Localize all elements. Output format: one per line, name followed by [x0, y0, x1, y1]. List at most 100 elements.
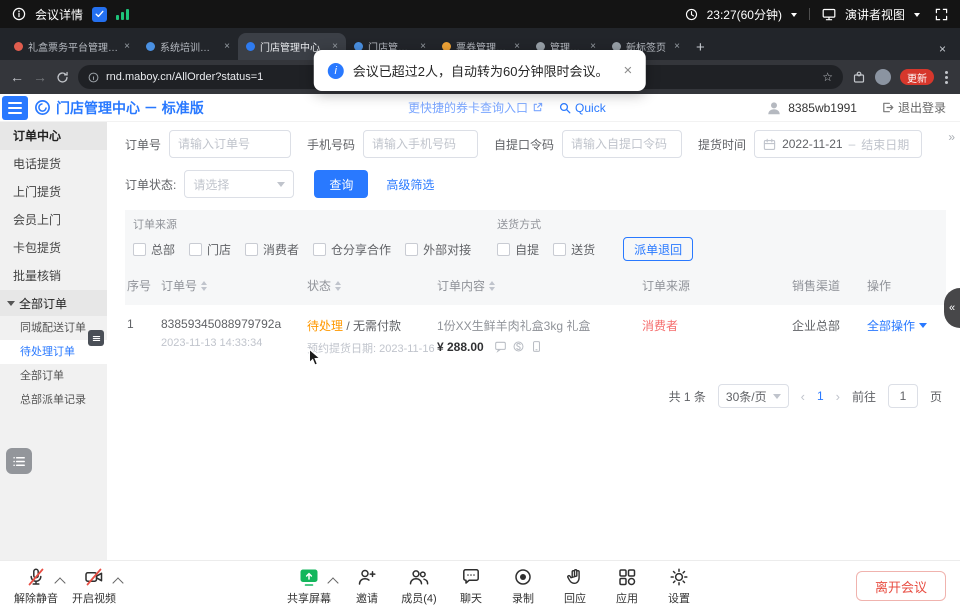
current-page[interactable]: 1 — [817, 389, 824, 403]
sidebar-item-hq-dispatch-records[interactable]: 总部派单记录 — [0, 388, 107, 412]
date-end-placeholder: 结束日期 — [861, 136, 909, 153]
sidebar-group-all-orders[interactable]: 全部订单 — [0, 290, 107, 316]
browser-update-button[interactable]: 更新 — [900, 69, 934, 85]
fullscreen-icon[interactable] — [935, 8, 948, 21]
col-order-no[interactable]: 订单号 — [161, 277, 307, 294]
search-button[interactable]: 查询 — [314, 170, 368, 198]
share-screen-button[interactable]: 共享屏幕 — [283, 567, 335, 606]
bookmark-star-icon[interactable]: ☆ — [822, 70, 833, 84]
apps-button[interactable]: 应用 — [601, 567, 653, 606]
prev-page-button[interactable]: ‹ — [801, 389, 805, 404]
view-caret-icon[interactable] — [914, 13, 920, 20]
menu-burger-icon[interactable] — [2, 96, 28, 120]
checkbox-icon — [189, 243, 202, 256]
tab-close-icon[interactable]: × — [224, 41, 230, 52]
phone-input[interactable] — [363, 130, 478, 158]
meeting-timer[interactable]: 23:27(60分钟) — [707, 6, 782, 23]
extensions-puzzle-icon[interactable] — [852, 70, 866, 84]
view-mode-icon — [822, 8, 836, 21]
device-icon[interactable] — [530, 340, 543, 353]
new-tab-button[interactable]: + — [696, 39, 705, 60]
sidebar-item-card-pickup[interactable]: 卡包提货 — [0, 234, 107, 262]
browser-tab[interactable]: 礼盒票务平台管理中心× — [6, 33, 138, 60]
source-checkbox-warehouse-coop[interactable]: 仓分享合作 — [313, 241, 391, 258]
sidebar-item-member-visit[interactable]: 会员上门 — [0, 206, 107, 234]
cell-channel: 企业总部 — [792, 317, 867, 334]
reactions-button[interactable]: 回应 — [549, 567, 601, 606]
meeting-details-button[interactable]: 会议详情 — [35, 6, 83, 23]
toast-close-icon[interactable]: × — [623, 62, 632, 79]
forward-icon[interactable]: → — [33, 70, 47, 84]
site-info-icon[interactable] — [88, 72, 99, 83]
back-icon[interactable]: ← — [10, 70, 24, 84]
sidebar-item-phone-pickup[interactable]: 电话提货 — [0, 150, 107, 178]
record-button[interactable]: 录制 — [497, 567, 549, 606]
invite-button[interactable]: 邀请 — [341, 567, 393, 606]
collapse-filters-icon[interactable]: » — [948, 130, 954, 144]
dispatch-return-button[interactable]: 派单退回 — [623, 237, 693, 261]
checkbox-icon — [133, 243, 146, 256]
coupon-query-link[interactable]: 更快捷的券卡查询入口 — [408, 99, 543, 116]
calendar-icon — [763, 138, 776, 151]
delivery-checkbox-delivery[interactable]: 送货 — [553, 241, 595, 258]
view-mode-button[interactable]: 演讲者视图 — [845, 6, 905, 23]
browser-menu-icon[interactable] — [943, 71, 950, 84]
col-status[interactable]: 状态 — [307, 277, 437, 294]
all-actions-dropdown[interactable]: 全部操作 — [867, 317, 946, 334]
chat-button[interactable]: 聊天 — [445, 567, 497, 606]
col-source: 订单来源 — [642, 277, 792, 294]
start-video-button[interactable]: 开启视频 — [68, 567, 120, 606]
settings-button[interactable]: 设置 — [653, 567, 705, 606]
main-content: » 订单号 手机号码 自提口令码 提货时间 2022-11-21 – 结束日期 — [107, 122, 960, 560]
cell-index: 1 — [127, 317, 161, 331]
sidebar-item-all-orders[interactable]: 全部订单 — [0, 364, 107, 388]
apps-grid-icon — [617, 567, 637, 587]
reload-icon[interactable] — [56, 71, 69, 84]
tab-close-icon[interactable]: × — [124, 41, 130, 52]
members-button[interactable]: 成员(4) — [393, 567, 445, 606]
checkbox-icon — [245, 243, 258, 256]
invite-person-icon — [357, 567, 377, 587]
source-checkbox-hq[interactable]: 总部 — [133, 241, 175, 258]
checkbox-icon — [497, 243, 510, 256]
chevron-down-icon — [277, 182, 285, 191]
sort-icon[interactable] — [335, 278, 341, 294]
floating-menu-icon[interactable] — [6, 448, 32, 474]
pickup-code-input[interactable] — [562, 130, 682, 158]
order-status-select[interactable]: 请选择 — [184, 170, 294, 198]
sort-icon[interactable] — [489, 278, 495, 294]
gear-icon — [669, 567, 689, 587]
goto-page-input[interactable] — [888, 384, 918, 408]
sidebar-item-door-pickup[interactable]: 上门提货 — [0, 178, 107, 206]
filter-row-1: 订单号 手机号码 自提口令码 提货时间 2022-11-21 – 结束日期 — [125, 130, 946, 158]
window-close-icon[interactable]: × — [939, 42, 954, 60]
remark-icon[interactable] — [494, 340, 507, 353]
user-avatar-icon[interactable] — [766, 100, 782, 116]
timer-caret-icon[interactable] — [791, 13, 797, 20]
network-signal-icon[interactable] — [116, 8, 129, 20]
browser-profile-avatar[interactable] — [875, 69, 891, 85]
sidebar-item-batch-verify[interactable]: 批量核销 — [0, 262, 107, 290]
page-size-select[interactable]: 30条/页 — [718, 384, 789, 408]
miniapp-icon[interactable] — [512, 340, 525, 353]
security-shield-icon[interactable] — [92, 7, 107, 22]
quick-search-link[interactable]: Quick — [559, 101, 606, 115]
col-content[interactable]: 订单内容 — [437, 277, 642, 294]
tab-close-icon[interactable]: × — [674, 41, 680, 52]
next-page-button[interactable]: › — [836, 389, 840, 404]
logout-button[interactable]: 退出登录 — [881, 99, 946, 116]
date-range-picker[interactable]: 2022-11-21 – 结束日期 — [754, 130, 922, 158]
leave-meeting-button[interactable]: 离开会议 — [856, 571, 946, 601]
source-checkbox-consumer[interactable]: 消费者 — [245, 241, 299, 258]
source-checkbox-store[interactable]: 门店 — [189, 241, 231, 258]
members-icon — [408, 567, 430, 587]
sort-icon[interactable] — [201, 278, 207, 294]
order-no-input[interactable] — [169, 130, 291, 158]
browser-tab[interactable]: 系统培训学习× — [138, 33, 238, 60]
unmute-button[interactable]: 解除静音 — [10, 567, 62, 606]
advanced-filter-link[interactable]: 高级筛选 — [386, 176, 434, 193]
delivery-checkbox-selfpickup[interactable]: 自提 — [497, 241, 539, 258]
col-index: 序号 — [127, 277, 161, 294]
source-checkbox-external[interactable]: 外部对接 — [405, 241, 471, 258]
sidebar-collapse-icon[interactable] — [88, 330, 104, 346]
